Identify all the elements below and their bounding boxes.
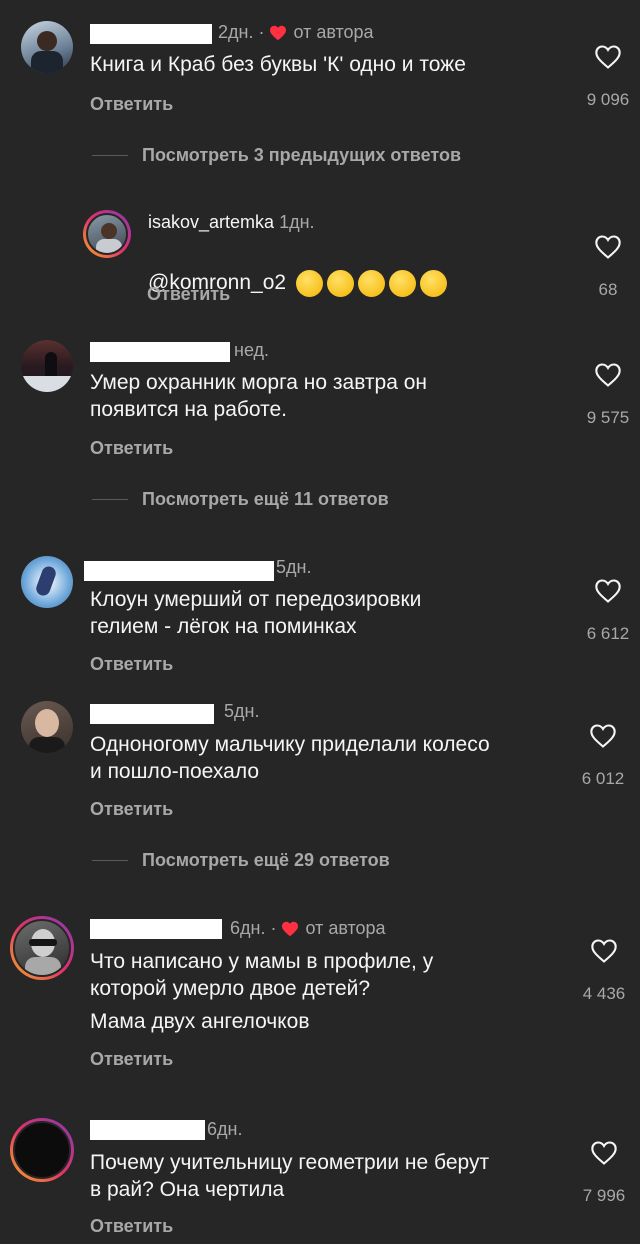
like-count: 4 436: [582, 984, 626, 1003]
like-count: 68: [598, 280, 618, 299]
laughing-emoji-icon: [286, 269, 447, 297]
avatar[interactable]: [21, 340, 73, 392]
like-button[interactable]: 9 096: [576, 44, 640, 110]
like-count: 9 575: [586, 408, 630, 427]
comment-meta: 6дн. · от автора: [230, 918, 386, 939]
like-button[interactable]: 9 575: [576, 362, 640, 428]
author-liked-badge: от автора: [269, 22, 374, 43]
like-button[interactable]: 68: [576, 234, 640, 300]
heart-outline-icon[interactable]: [590, 938, 618, 964]
comment-meta: 5дн.: [276, 557, 311, 578]
red-heart-icon: [270, 25, 287, 40]
redacted-username: [90, 704, 214, 724]
reply-button[interactable]: Ответить: [90, 654, 173, 675]
reply-button[interactable]: Ответить: [90, 94, 173, 115]
heart-outline-icon[interactable]: [594, 578, 622, 604]
like-button[interactable]: 7 996: [572, 1140, 636, 1206]
avatar[interactable]: [21, 21, 73, 73]
timestamp: 6дн.: [207, 1119, 243, 1139]
timestamp: 5дн.: [224, 701, 260, 721]
redacted-username: [84, 561, 274, 581]
like-button[interactable]: 4 436: [572, 938, 636, 1004]
heart-outline-icon[interactable]: [594, 362, 622, 388]
redacted-username: [90, 919, 222, 939]
comment-text-line: Мама двух ангелочков: [90, 1010, 310, 1033]
comment-meta: 6дн.: [207, 1119, 242, 1140]
view-previous-replies[interactable]: Посмотреть 3 предыдущих ответов: [92, 145, 461, 166]
like-count: 6 012: [581, 769, 625, 788]
redacted-username: [90, 342, 230, 362]
avatar[interactable]: [83, 210, 131, 258]
avatar[interactable]: [21, 556, 73, 608]
timestamp: нед.: [234, 340, 270, 360]
red-heart-icon: [282, 921, 299, 936]
comment-meta: 2дн. · от автора: [218, 22, 374, 43]
like-button[interactable]: 6 012: [571, 723, 635, 789]
heart-outline-icon[interactable]: [589, 723, 617, 749]
comment-meta: 5дн.: [224, 701, 259, 722]
comment-text: Умер охранник морга но завтра он появитс…: [90, 371, 427, 421]
heart-outline-icon[interactable]: [594, 44, 622, 70]
timestamp: 6дн. ·: [230, 918, 277, 938]
like-count: 6 612: [586, 624, 630, 643]
avatar[interactable]: [10, 916, 74, 980]
like-button[interactable]: 6 612: [576, 578, 640, 644]
redacted-username: [90, 1120, 205, 1140]
divider-line: [92, 155, 128, 156]
heart-outline-icon[interactable]: [590, 1140, 618, 1166]
like-count: 7 996: [582, 1186, 626, 1205]
author-liked-badge: от автора: [281, 918, 386, 939]
like-count: 9 096: [586, 90, 630, 109]
timestamp: 1дн.: [279, 212, 315, 232]
reply-button[interactable]: Ответить: [90, 1049, 173, 1070]
reply-button[interactable]: Ответить: [147, 284, 230, 305]
reply-button[interactable]: Ответить: [90, 1216, 173, 1237]
view-more-replies[interactable]: Посмотреть ещё 11 ответов: [92, 489, 389, 510]
comment-text: Почему учительницу геометрии не берут в …: [90, 1151, 490, 1201]
username[interactable]: isakov_artemka: [148, 212, 274, 233]
view-more-replies[interactable]: Посмотреть ещё 29 ответов: [92, 850, 390, 871]
comment-text: Книга и Краб без буквы 'К' одно и тоже: [90, 53, 466, 76]
comment-meta: isakov_artemka 1дн.: [148, 212, 315, 233]
comment-text: Одноногому мальчику приделали колесо и п…: [90, 733, 490, 783]
timestamp: 5дн.: [276, 557, 312, 577]
avatar[interactable]: [10, 1118, 74, 1182]
avatar[interactable]: [21, 701, 73, 753]
reply-button[interactable]: Ответить: [90, 438, 173, 459]
comment-meta: нед.: [234, 340, 269, 361]
heart-outline-icon[interactable]: [594, 234, 622, 260]
timestamp: 2дн. ·: [218, 22, 265, 42]
reply-button[interactable]: Ответить: [90, 799, 173, 820]
divider-line: [92, 499, 128, 500]
divider-line: [92, 860, 128, 861]
comment-text: Что написано у мамы в профиле, у которой…: [90, 950, 434, 1000]
comment-text: Клоун умерший от передозировки гелием - …: [90, 588, 422, 638]
redacted-username: [90, 24, 212, 44]
